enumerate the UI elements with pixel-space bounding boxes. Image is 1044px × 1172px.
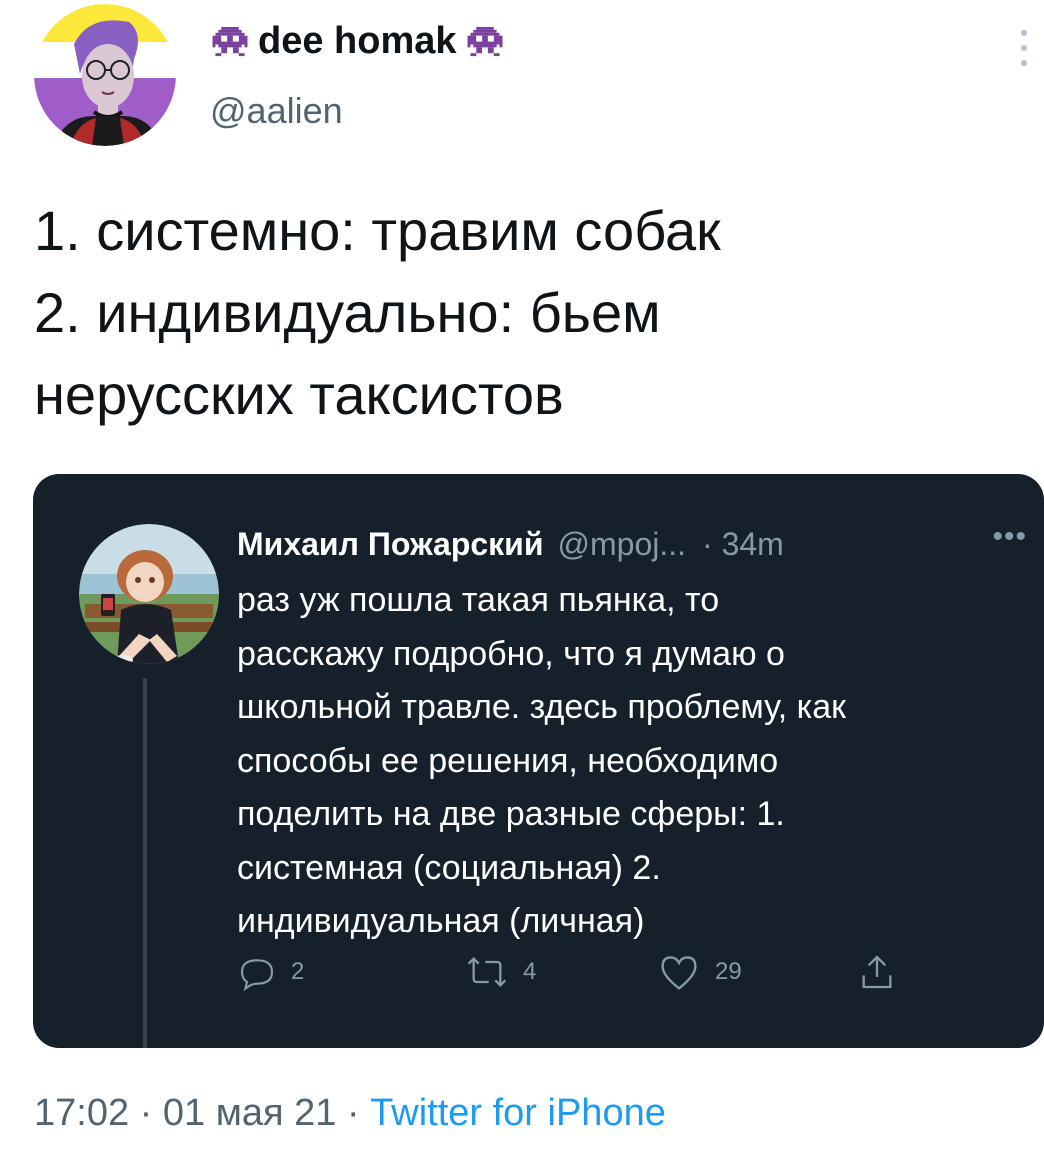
quoted-line: раз уж пошла такая пьянка, то xyxy=(237,581,720,619)
quoted-line: индивидуальная (личная) xyxy=(237,902,645,940)
like-button[interactable]: 29 xyxy=(657,952,742,992)
author-avatar[interactable] xyxy=(34,4,176,146)
separator: · xyxy=(129,1092,163,1134)
quoted-author-handle[interactable]: @mpoj... xyxy=(558,526,687,563)
quoted-tweet-text: раз уж пошла такая пьянка, то расскажу п… xyxy=(237,574,1027,949)
like-count: 29 xyxy=(715,958,742,985)
quoted-line: способы ее решения, необходимо xyxy=(237,741,779,780)
alien-monster-icon xyxy=(212,26,248,58)
author-display-name[interactable]: dee homak xyxy=(212,20,503,63)
quoted-line: системная (социальная) 2. xyxy=(237,848,661,887)
reply-count: 2 xyxy=(291,958,305,985)
share-button[interactable] xyxy=(857,952,897,992)
author-handle[interactable]: @aalien xyxy=(210,90,343,132)
display-name-text: dee homak xyxy=(258,20,457,62)
quoted-action-bar: 2 4 29 xyxy=(237,952,937,1002)
tweet-line: 1. системно: травим собак xyxy=(34,199,721,262)
retweet-count: 4 xyxy=(523,958,537,985)
more-options-icon[interactable] xyxy=(1012,30,1036,66)
separator: · xyxy=(336,1092,371,1134)
embedded-tweet-card[interactable]: Михаил Пожарский @mpoj... · 34m ••• раз … xyxy=(33,474,1044,1048)
quoted-tweet-time[interactable]: · 34m xyxy=(702,526,784,563)
quoted-more-icon[interactable]: ••• xyxy=(992,520,1027,554)
quoted-author-avatar[interactable] xyxy=(79,524,219,664)
quoted-tweet-header: Михаил Пожарский @mpoj... · 34m ••• xyxy=(237,520,1027,563)
tweet-line: 2. индивидуально: бьем xyxy=(34,281,661,344)
retweet-icon xyxy=(467,957,507,987)
share-icon xyxy=(862,955,892,989)
alien-monster-icon xyxy=(467,26,503,58)
tweet-source-link[interactable]: Twitter for iPhone xyxy=(370,1092,666,1134)
tweet-text: 1. системно: травим собак 2. индивидуаль… xyxy=(34,190,1024,436)
reply-icon xyxy=(240,959,274,992)
retweet-button[interactable]: 4 xyxy=(465,952,536,992)
tweet-metadata: 17:02 · 01 мая 21 · Twitter for iPhone xyxy=(34,1092,666,1135)
quoted-line: расскажу подробно, что я думаю о xyxy=(237,634,785,673)
quoted-line: поделить на две разные сферы: 1. xyxy=(237,795,785,833)
tweet-time[interactable]: 17:02 xyxy=(34,1092,129,1134)
quoted-line: школьной травле. здесь проблему, как xyxy=(237,688,847,726)
reply-button[interactable]: 2 xyxy=(237,952,304,992)
heart-icon xyxy=(661,956,697,990)
tweet-line: нерусских таксистов xyxy=(34,363,564,426)
quoted-author-name[interactable]: Михаил Пожарский xyxy=(237,526,544,563)
tweet-detail: dee homak @aalien 1. системно: травим со… xyxy=(0,0,1044,1172)
tweet-date[interactable]: 01 мая 21 xyxy=(163,1092,337,1134)
thread-connector-line xyxy=(143,678,147,1048)
